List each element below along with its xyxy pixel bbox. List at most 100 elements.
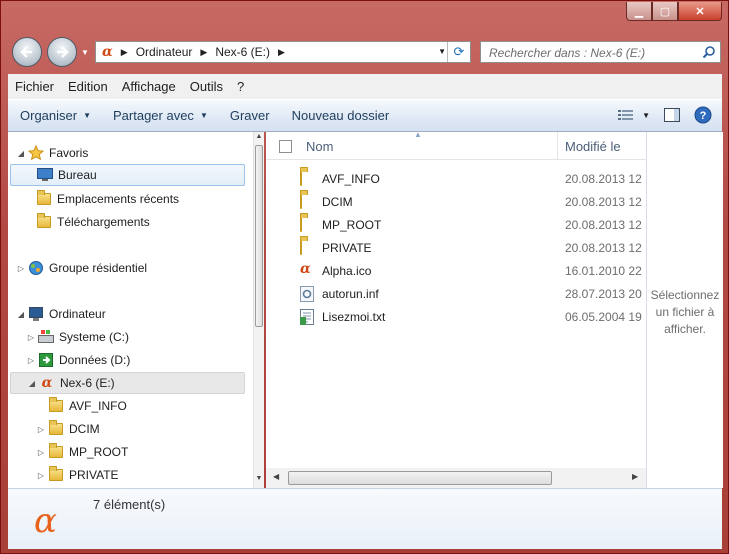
tree-desktop[interactable]: Bureau: [10, 164, 245, 186]
breadcrumb-chevron-icon[interactable]: ▶: [200, 47, 207, 58]
tree-drive-d[interactable]: ▷ Données (D:): [26, 349, 130, 371]
chevron-down-icon: ▼: [83, 111, 91, 120]
scroll-right-icon[interactable]: ▶: [632, 472, 638, 481]
expand-arrow-icon[interactable]: ▷: [36, 425, 46, 434]
file-row[interactable]: PRIVATE 20.08.2013 12: [266, 237, 646, 259]
breadcrumb-chevron-icon[interactable]: ▶: [121, 47, 128, 58]
search-input[interactable]: [487, 44, 699, 62]
breadcrumb: α ▶ Ordinateur ▶ Nex-6 (E:) ▶: [102, 44, 293, 60]
expand-arrow-icon[interactable]: ◢: [16, 310, 26, 319]
column-header: ▲ Nom Modifié le: [266, 130, 646, 160]
back-button[interactable]: [12, 37, 42, 67]
file-list-hscrollbar[interactable]: ◀ ▶: [266, 468, 646, 488]
file-date: 20.08.2013 12: [565, 218, 642, 232]
data-drive-icon: [38, 352, 54, 368]
folder-icon: [48, 397, 64, 414]
breadcrumb-chevron-icon[interactable]: ▶: [278, 47, 285, 58]
nav-scrollbar[interactable]: ▲ ▼: [253, 132, 264, 488]
maximize-button[interactable]: ▢: [652, 2, 678, 21]
search-icon[interactable]: [702, 45, 716, 59]
folder-icon: [300, 239, 302, 255]
column-divider[interactable]: [557, 132, 558, 159]
file-name: DCIM: [322, 195, 353, 209]
address-bar[interactable]: α ▶ Ordinateur ▶ Nex-6 (E:) ▶ ▼ ⟳: [95, 41, 471, 63]
select-all-checkbox[interactable]: [279, 140, 292, 153]
expand-arrow-icon[interactable]: ▷: [36, 448, 46, 457]
file-row[interactable]: autorun.inf 28.07.2013 20: [266, 283, 646, 305]
menu-edit[interactable]: Edition: [61, 79, 115, 94]
caption-buttons: ▁ ▢ ✕: [626, 2, 722, 21]
expand-arrow-icon[interactable]: ▷: [36, 471, 46, 480]
menu-file[interactable]: Fichier: [8, 79, 61, 94]
folder-icon: [48, 466, 64, 483]
tree-label: MP_ROOT: [69, 445, 129, 459]
menu-help[interactable]: ?: [230, 79, 251, 94]
scroll-thumb[interactable]: [288, 471, 552, 485]
tree-label: Favoris: [49, 146, 89, 160]
preview-pane-icon[interactable]: [664, 108, 680, 122]
scroll-thumb[interactable]: [255, 145, 263, 327]
breadcrumb-computer[interactable]: Ordinateur: [136, 45, 193, 59]
tree-label: Bureau: [58, 168, 97, 182]
help-icon[interactable]: ?: [694, 106, 712, 124]
new-folder-button[interactable]: Nouveau dossier: [292, 108, 390, 123]
tree-homegroup[interactable]: ▷ Groupe résidentiel: [16, 257, 147, 279]
organize-button[interactable]: Organiser ▼: [20, 108, 91, 123]
preview-text-line: afficher.: [664, 322, 706, 336]
tree-folder-dcim[interactable]: ▷ DCIM: [36, 418, 100, 440]
column-name[interactable]: Nom: [306, 139, 333, 154]
file-row[interactable]: MP_ROOT 20.08.2013 12: [266, 214, 646, 236]
menu-view[interactable]: Affichage: [115, 79, 183, 94]
file-date: 16.01.2010 22: [565, 264, 642, 278]
tree-drive-c[interactable]: ▷ Systeme (C:): [26, 326, 129, 348]
column-modified[interactable]: Modifié le: [565, 139, 621, 154]
file-name: Lisezmoi.txt: [322, 310, 386, 324]
forward-button[interactable]: [47, 37, 77, 67]
file-date: 20.08.2013 12: [565, 195, 642, 209]
chevron-down-icon: ▼: [642, 110, 650, 120]
expand-arrow-icon[interactable]: ▷: [26, 356, 36, 365]
drive-alpha-icon: α: [102, 44, 113, 60]
file-row[interactable]: DCIM 20.08.2013 12: [266, 191, 646, 213]
menu-tools[interactable]: Outils: [183, 79, 230, 94]
scroll-left-icon[interactable]: ◀: [273, 472, 279, 481]
refresh-button[interactable]: ⟳: [447, 42, 470, 62]
tree-computer[interactable]: ◢ Ordinateur: [16, 303, 106, 325]
file-row[interactable]: α Alpha.ico 16.01.2010 22: [266, 260, 646, 282]
scroll-up-icon[interactable]: ▲: [255, 133, 263, 140]
expand-arrow-icon[interactable]: ▷: [26, 333, 36, 342]
minimize-icon: ▁: [634, 5, 644, 18]
tree-downloads[interactable]: Téléchargements: [34, 211, 150, 233]
preview-pane: Sélectionnez un fichier à afficher.: [646, 132, 723, 488]
address-dropdown-icon[interactable]: ▼: [438, 47, 446, 56]
preview-text-line: un fichier à: [655, 305, 715, 319]
search-box[interactable]: [480, 41, 721, 63]
file-row[interactable]: Lisezmoi.txt 06.05.2004 19: [266, 306, 646, 328]
system-drive-icon: [38, 329, 54, 345]
tree-folder-private[interactable]: ▷ PRIVATE: [36, 464, 119, 486]
tree-label: Emplacements récents: [57, 192, 180, 206]
minimize-button[interactable]: ▁: [626, 2, 652, 21]
expand-arrow-icon[interactable]: ◢: [16, 149, 26, 158]
file-name: PRIVATE: [322, 241, 372, 255]
breadcrumb-drive[interactable]: Nex-6 (E:): [215, 45, 270, 59]
new-folder-label: Nouveau dossier: [291, 108, 390, 123]
organize-label: Organiser: [20, 108, 78, 123]
share-button[interactable]: Partager avec ▼: [113, 108, 208, 123]
explorer-window: ▁ ▢ ✕ ▼ α ▶ Ordinateur ▶ Nex-6 (E:) ▶ ▼ …: [0, 0, 729, 554]
tree-drive-e[interactable]: ◢ α Nex-6 (E:): [10, 372, 245, 394]
scroll-down-icon[interactable]: ▼: [255, 475, 263, 482]
close-button[interactable]: ✕: [678, 2, 722, 21]
tree-recent[interactable]: Emplacements récents: [34, 188, 179, 210]
file-row[interactable]: AVF_INFO 20.08.2013 12: [266, 168, 646, 190]
tree-folder-mproot[interactable]: ▷ MP_ROOT: [36, 441, 128, 463]
tree-label: DCIM: [69, 422, 100, 436]
view-options-button[interactable]: ▼: [618, 109, 650, 121]
tree-favorites[interactable]: ◢ Favoris: [16, 142, 88, 164]
expand-arrow-icon[interactable]: ▷: [16, 264, 26, 273]
recent-pages-dropdown[interactable]: ▼: [81, 48, 89, 57]
expand-arrow-icon[interactable]: ◢: [27, 379, 37, 388]
burn-button[interactable]: Graver: [230, 108, 270, 123]
file-list: ▲ Nom Modifié le AVF_INFO 20.08.2013 12 …: [266, 130, 646, 488]
tree-folder-avf[interactable]: AVF_INFO: [46, 395, 127, 417]
